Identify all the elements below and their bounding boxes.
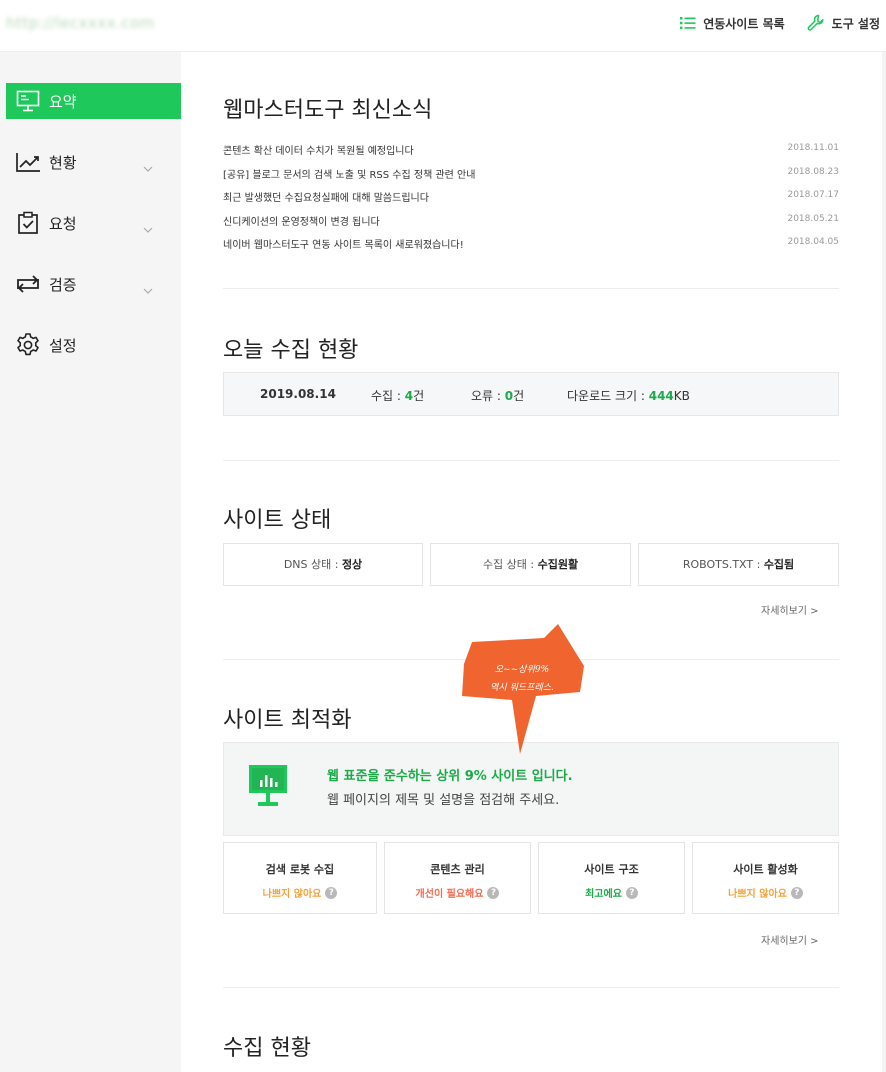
wrench-icon	[807, 14, 825, 32]
news-item-date: 2018.07.17	[787, 190, 839, 200]
annotation-text-line1: 오~~상위9%	[494, 665, 550, 675]
section-divider	[223, 460, 839, 461]
collect-status: 수집 상태 : 수집원활	[430, 543, 631, 586]
sidebar-item-summary[interactable]: 요약	[6, 83, 181, 119]
sidebar-item-label: 요청	[49, 214, 77, 233]
news-item-title[interactable]: 네이버 웹마스터도구 연동 사이트 목록이 새로워졌습니다!	[223, 236, 464, 251]
sidebar-item-label: 검증	[49, 275, 77, 294]
sidebar-item-label: 요약	[49, 92, 77, 111]
news-item-date: 2018.11.01	[787, 143, 839, 153]
content-manage-card[interactable]: 콘텐츠 관리 개선이 필요해요?	[384, 842, 531, 914]
site-url[interactable]: http://lecxxxx.com	[6, 14, 155, 32]
news-item[interactable]: 신디케이션의 운영정책이 변경 됩니다 2018.05.21	[223, 211, 839, 235]
section-divider	[223, 987, 839, 988]
annotation-text-line2: 역시 워드프레스.	[490, 683, 554, 693]
site-status-title: 사이트 상태	[223, 508, 332, 533]
sidebar-item-settings[interactable]: 설정	[0, 327, 181, 363]
news-item-date: 2018.04.05	[787, 237, 839, 247]
chevron-down-icon[interactable]	[143, 157, 153, 176]
today-collect: 수집 : 4건	[371, 389, 425, 403]
monitor-icon	[14, 88, 42, 114]
tool-settings-label: 도구 설정	[831, 16, 880, 31]
today-title: 오늘 수집 현황	[223, 338, 359, 363]
top-bar: http://lecxxxx.com 연동사이트 목록 도구 설정	[0, 0, 886, 52]
monitor-chart-icon	[249, 765, 287, 813]
news-item-date: 2018.08.23	[787, 166, 839, 177]
chart-line-icon	[14, 149, 42, 175]
site-activation-card[interactable]: 사이트 활성화 나쁘지 않아요?	[692, 842, 839, 914]
news-title: 웹마스터도구 최신소식	[223, 98, 433, 123]
main-content: 웹마스터도구 최신소식 콘텐츠 확산 데이터 수치가 복원될 예정입니다 201…	[181, 52, 886, 1072]
robots-status: ROBOTS.TXT : 수집됨	[638, 543, 839, 586]
card-rating: 나쁘지 않아요?	[263, 885, 338, 900]
news-item-title[interactable]: 최근 발생했던 수집요청실패에 대해 말씀드립니다	[223, 189, 429, 204]
sidebar-item-verify[interactable]: 검증	[0, 266, 181, 302]
sidebar-item-status[interactable]: 현황	[0, 144, 181, 180]
linked-sites-link[interactable]: 연동사이트 목록	[680, 15, 785, 32]
linked-sites-label: 연동사이트 목록	[703, 16, 785, 31]
top-links: 연동사이트 목록 도구 설정	[680, 14, 880, 32]
crawl-robot-card[interactable]: 검색 로봇 수집 나쁘지 않아요?	[223, 842, 377, 914]
optimization-headline: 웹 표준을 준수하는 상위 9% 사이트 입니다.	[327, 769, 573, 784]
news-item[interactable]: 콘텐츠 확산 데이터 수치가 복원될 예정입니다 2018.11.01	[223, 140, 839, 164]
today-error: 오류 : 0건	[471, 389, 525, 403]
collection-title: 수집 현황	[223, 1036, 311, 1061]
help-icon[interactable]: ?	[325, 886, 338, 899]
today-date: 2019.08.14	[260, 387, 336, 401]
news-item-title[interactable]: 신디케이션의 운영정책이 변경 됩니다	[223, 213, 380, 228]
repeat-icon	[14, 271, 42, 297]
site-structure-card[interactable]: 사이트 구조 최고에요?	[538, 842, 685, 914]
help-icon[interactable]: ?	[487, 886, 500, 899]
news-item[interactable]: 최근 발생했던 수집요청실패에 대해 말씀드립니다 2018.07.17	[223, 187, 839, 211]
optimization-subtext: 웹 페이지의 제목 및 설명을 점검해 주세요.	[327, 793, 560, 808]
chevron-down-icon[interactable]	[143, 279, 153, 298]
tool-settings-link[interactable]: 도구 설정	[807, 14, 880, 32]
optimization-more-link[interactable]: 자세히보기 >	[761, 932, 819, 947]
news-list: 콘텐츠 확산 데이터 수치가 복원될 예정입니다 2018.11.01 [공유]…	[223, 140, 839, 258]
help-icon[interactable]: ?	[790, 886, 803, 899]
dns-status: DNS 상태 : 정상	[223, 543, 423, 586]
card-rating: 나쁘지 않아요?	[728, 885, 803, 900]
today-download: 다운로드 크기 : 444KB	[567, 389, 690, 403]
chevron-down-icon[interactable]	[143, 218, 153, 237]
news-item-title[interactable]: [공유] 블로그 문서의 검색 노출 및 RSS 수집 정책 관련 안내	[223, 166, 475, 181]
sidebar-item-request[interactable]: 요청	[0, 205, 181, 241]
news-item[interactable]: 네이버 웹마스터도구 연동 사이트 목록이 새로워졌습니다! 2018.04.0…	[223, 234, 839, 258]
sidebar-item-label: 현황	[49, 153, 77, 172]
sidebar-item-label: 설정	[49, 336, 77, 355]
card-rating: 개선이 필요해요?	[416, 885, 500, 900]
site-status-more-link[interactable]: 자세히보기 >	[761, 602, 819, 617]
today-summary: 2019.08.14 수집 : 4건 오류 : 0건 다운로드 크기 : 444…	[223, 372, 839, 416]
help-icon[interactable]: ?	[625, 886, 638, 899]
sidebar: 요약 현황 요청 검증 설정	[0, 52, 181, 1072]
news-item[interactable]: [공유] 블로그 문서의 검색 노출 및 RSS 수집 정책 관련 안내 201…	[223, 164, 839, 188]
clipboard-check-icon	[14, 210, 42, 236]
optimization-title: 사이트 최적화	[223, 708, 352, 733]
gear-icon	[14, 332, 42, 358]
list-icon	[680, 16, 696, 30]
news-item-title[interactable]: 콘텐츠 확산 데이터 수치가 복원될 예정입니다	[223, 142, 414, 157]
section-divider	[223, 288, 839, 289]
card-rating: 최고에요?	[585, 885, 638, 900]
news-item-date: 2018.05.21	[787, 213, 839, 224]
